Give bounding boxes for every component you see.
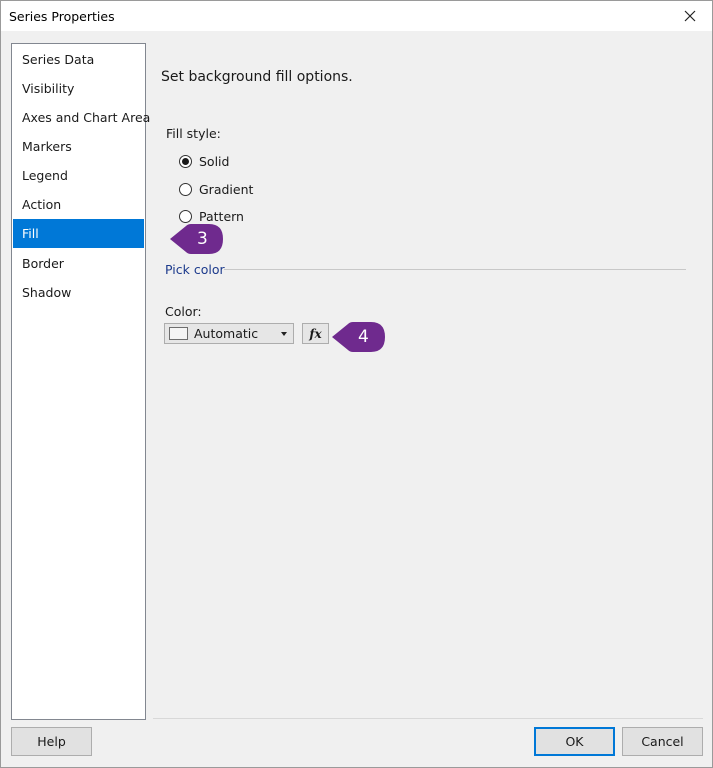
fx-icon: fx [309, 326, 322, 341]
close-icon [684, 10, 696, 22]
window-title: Series Properties [9, 9, 115, 24]
fill-style-solid-radio[interactable]: Solid [179, 151, 229, 171]
callout-3: 3 [168, 223, 224, 255]
fill-panel: Set background fill options. Fill style:… [153, 43, 703, 719]
close-button[interactable] [672, 1, 708, 31]
fill-style-label: Fill style: [166, 126, 221, 141]
radio-checked-icon [179, 154, 192, 168]
callout-4: 4 [330, 321, 386, 353]
color-label: Color: [165, 304, 202, 319]
sidebar-item-markers[interactable]: Markers [13, 132, 144, 161]
fill-style-gradient-radio[interactable]: Gradient [179, 179, 253, 199]
radio-label: Solid [199, 153, 230, 169]
series-properties-dialog: Series Properties Series Data Visibility… [0, 0, 713, 768]
callout-number: 3 [197, 229, 208, 249]
sidebar-item-fill[interactable]: Fill [13, 219, 144, 248]
help-button[interactable]: Help [11, 727, 92, 756]
sidebar-nav: Series Data Visibility Axes and Chart Ar… [11, 43, 150, 720]
radio-unchecked-icon [179, 182, 192, 196]
color-dropdown[interactable]: Automatic [164, 323, 294, 344]
cancel-button[interactable]: Cancel [622, 727, 703, 756]
group-divider [224, 269, 686, 270]
dropdown-arrow-icon [281, 331, 287, 336]
radio-label: Gradient [199, 181, 254, 197]
sidebar-item-legend[interactable]: Legend [13, 161, 144, 190]
radio-label: Pattern [199, 208, 244, 224]
color-value: Automatic [194, 326, 259, 341]
sidebar-item-visibility[interactable]: Visibility [13, 74, 144, 103]
sidebar-item-axes-and-chart-area[interactable]: Axes and Chart Area [13, 103, 150, 132]
sidebar-item-action[interactable]: Action [13, 190, 144, 219]
sidebar-item-border[interactable]: Border [13, 249, 144, 278]
panel-heading: Set background fill options. [161, 69, 353, 85]
ok-button[interactable]: OK [534, 727, 615, 756]
sidebar-item-shadow[interactable]: Shadow [13, 278, 144, 307]
callout-number: 4 [358, 327, 369, 347]
color-swatch [169, 327, 188, 340]
sidebar-item-series-data[interactable]: Series Data [13, 45, 144, 74]
callout-badge-icon [170, 224, 223, 254]
pick-color-group-title: Pick color [165, 262, 225, 277]
title-bar: Series Properties [1, 1, 712, 31]
footer-divider [153, 718, 703, 719]
radio-unchecked-icon [179, 209, 192, 223]
expression-fx-button[interactable]: fx [302, 323, 329, 344]
